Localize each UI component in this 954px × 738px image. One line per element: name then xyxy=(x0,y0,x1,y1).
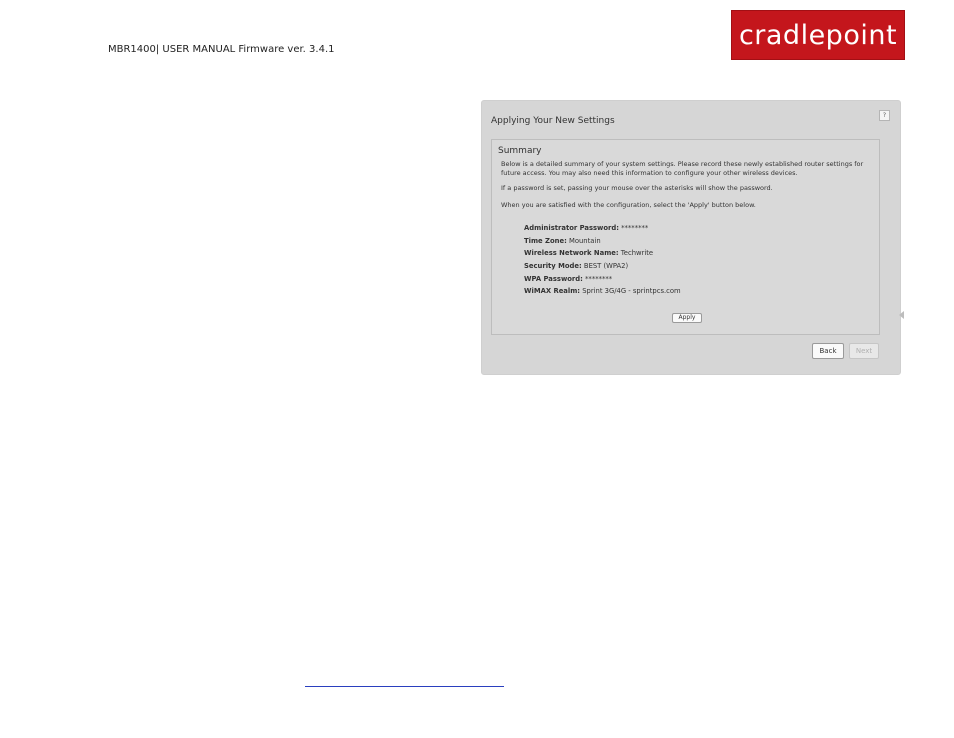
setting-value: BEST (WPA2) xyxy=(583,262,629,271)
setting-label: Administrator Password: xyxy=(524,224,619,232)
setting-label: Time Zone: xyxy=(524,236,567,245)
setting-row-time-zone: Time Zone: Mountain xyxy=(524,235,681,248)
setting-label: Wireless Network Name: xyxy=(524,249,619,258)
manual-page: MBR1400| USER MANUAL Firmware ver. 3.4.1… xyxy=(0,0,954,738)
settings-list: Administrator Password: ******** Time Zo… xyxy=(524,222,681,298)
setting-value: Techwrite xyxy=(620,249,654,258)
setting-value[interactable]: ******** xyxy=(621,224,648,232)
settings-summary-screenshot: Applying Your New Settings ? Summary Bel… xyxy=(481,100,904,375)
setting-row-wpa-password: WPA Password: ******** xyxy=(524,273,681,286)
setting-value: Sprint 3G/4G - sprintpcs.com xyxy=(582,287,681,296)
panel-title: Applying Your New Settings xyxy=(491,116,615,126)
back-button[interactable]: Back xyxy=(812,343,844,359)
setting-value[interactable]: ******** xyxy=(585,275,612,283)
summary-box: Summary Below is a detailed summary of y… xyxy=(491,139,880,335)
footer-link-underline[interactable] xyxy=(305,686,504,687)
side-arrow-icon xyxy=(899,311,904,319)
help-icon[interactable]: ? xyxy=(879,110,890,121)
password-hint-text: If a password is set, passing your mouse… xyxy=(501,184,773,192)
summary-intro-text: Below is a detailed summary of your syst… xyxy=(501,160,864,177)
setting-row-admin-password: Administrator Password: ******** xyxy=(524,222,681,235)
setting-value: Mountain xyxy=(568,236,601,245)
next-button[interactable]: Next xyxy=(849,343,879,359)
setting-row-network-name: Wireless Network Name: Techwrite xyxy=(524,247,681,260)
apply-button[interactable]: Apply xyxy=(672,313,702,323)
summary-title: Summary xyxy=(498,146,542,156)
manual-header-title: MBR1400| USER MANUAL Firmware ver. 3.4.1 xyxy=(108,44,335,55)
setting-label: WiMAX Realm: xyxy=(524,287,581,296)
setting-label: WPA Password: xyxy=(524,274,583,283)
setting-label: Security Mode: xyxy=(524,262,582,271)
setting-row-security-mode: Security Mode: BEST (WPA2) xyxy=(524,260,681,273)
cradlepoint-logo: cradlepoint xyxy=(731,10,905,60)
setting-row-wimax-realm: WiMAX Realm: Sprint 3G/4G - sprintpcs.co… xyxy=(524,285,681,298)
apply-instruction-text: When you are satisfied with the configur… xyxy=(501,201,756,209)
